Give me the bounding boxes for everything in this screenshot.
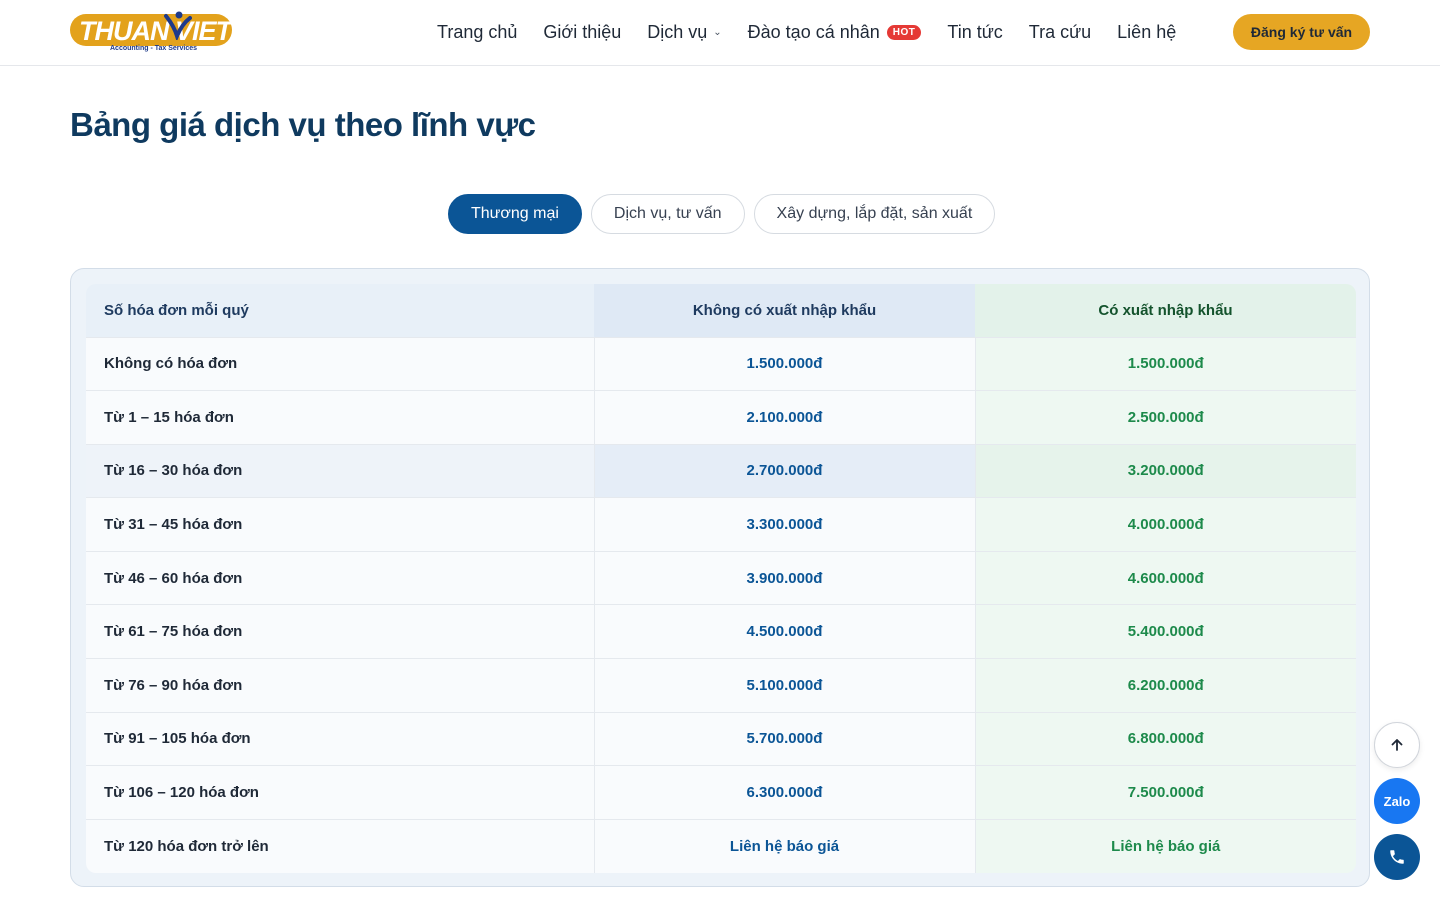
table-header-row: Số hóa đơn mỗi quý Không có xuất nhập kh… — [86, 284, 1356, 337]
price-with-import-export: 3.200.000đ — [974, 443, 1356, 498]
row-label: Từ 120 hóa đơn trở lên — [86, 818, 594, 873]
nav-item-label: Tin tức — [947, 21, 1003, 42]
price-no-import-export: 5.100.000đ — [593, 658, 975, 713]
tab-construction-manufacturing[interactable]: Xây dựng, lắp đặt, sản xuất — [753, 194, 996, 234]
table-row-highlighted: Từ 16 – 30 hóa đơn 2.700.000đ 3.200.000đ — [86, 443, 1356, 498]
nav-item-label: Dịch vụ — [647, 21, 708, 42]
price-with-import-export: 7.500.000đ — [974, 765, 1356, 820]
hot-badge: HOT — [886, 24, 922, 40]
row-label: Từ 31 – 45 hóa đơn — [86, 497, 594, 552]
price-with-import-export: 5.400.000đ — [974, 604, 1356, 659]
logo-text: THUAN VIET — [79, 16, 232, 46]
nav-item-label: Đào tạo cá nhân — [747, 21, 880, 42]
table-row: Từ 76 – 90 hóa đơn 5.100.000đ 6.200.000đ — [86, 658, 1356, 713]
price-no-import-export: 4.500.000đ — [593, 604, 975, 659]
contact-for-quote-link[interactable]: Liên hệ báo giá — [974, 818, 1356, 873]
tab-services-consulting[interactable]: Dịch vụ, tư vấn — [590, 194, 745, 234]
price-no-import-export: 2.700.000đ — [593, 443, 975, 498]
table-row: Từ 61 – 75 hóa đơn 4.500.000đ 5.400.000đ — [86, 604, 1356, 659]
table-row: Từ 31 – 45 hóa đơn 3.300.000đ 4.000.000đ — [86, 497, 1356, 552]
main-nav: Trang chủ Giới thiệu Dịch vụ ⌄ Đào tạo cá… — [437, 20, 1202, 44]
nav-item-label: Tra cứu — [1028, 21, 1092, 42]
price-table: Số hóa đơn mỗi quý Không có xuất nhập kh… — [86, 284, 1356, 873]
site-header: THUAN VIET Accounting - Tax Services Tra… — [0, 0, 1440, 66]
header-invoice-count: Số hóa đơn mỗi quý — [86, 284, 594, 337]
price-table-card: Số hóa đơn mỗi quý Không có xuất nhập kh… — [70, 268, 1370, 887]
nav-item-label: Liên hệ — [1117, 21, 1177, 42]
row-label: Không có hóa đơn — [86, 336, 594, 391]
nav-item-label: Trang chủ — [437, 21, 518, 42]
table-row: Từ 91 – 105 hóa đơn 5.700.000đ 6.800.000… — [86, 711, 1356, 766]
chevron-down-icon: ⌄ — [713, 26, 722, 38]
nav-item-contact[interactable]: Liên hệ — [1117, 22, 1176, 43]
price-no-import-export: 3.300.000đ — [593, 497, 975, 552]
row-label: Từ 76 – 90 hóa đơn — [86, 658, 594, 713]
nav-item-lookup[interactable]: Tra cứu — [1029, 22, 1091, 43]
page-title: Bảng giá dịch vụ theo lĩnh vực — [70, 106, 536, 143]
phone-icon — [1390, 850, 1404, 864]
zalo-label: Zalo — [1383, 793, 1411, 809]
price-with-import-export: 6.200.000đ — [974, 658, 1356, 713]
row-label: Từ 61 – 75 hóa đơn — [86, 604, 594, 659]
zalo-chat-button[interactable]: Zalo — [1374, 778, 1420, 824]
arrow-up-icon — [1391, 739, 1403, 751]
nav-item-about[interactable]: Giới thiệu — [543, 22, 621, 43]
price-no-import-export: 2.100.000đ — [593, 390, 975, 445]
logo-tagline: Accounting - Tax Services — [110, 45, 198, 52]
nav-item-services[interactable]: Dịch vụ ⌄ — [647, 22, 721, 43]
nav-item-news[interactable]: Tin tức — [947, 22, 1002, 43]
price-no-import-export: 5.700.000đ — [593, 711, 975, 766]
price-no-import-export: 6.300.000đ — [593, 765, 975, 820]
table-row: Từ 46 – 60 hóa đơn 3.900.000đ 4.600.000đ — [86, 550, 1356, 605]
header-with-import-export: Có xuất nhập khẩu — [975, 284, 1356, 337]
header-no-import-export: Không có xuất nhập khẩu — [594, 284, 975, 337]
table-row: Từ 120 hóa đơn trở lên Liên hệ báo giá L… — [86, 818, 1356, 873]
register-consultation-button[interactable]: Đăng ký tư vấn — [1233, 14, 1370, 50]
table-row: Từ 106 – 120 hóa đơn 6.300.000đ 7.500.00… — [86, 765, 1356, 820]
row-label: Từ 91 – 105 hóa đơn — [86, 711, 594, 766]
scroll-to-top-button[interactable] — [1374, 722, 1420, 768]
price-with-import-export: 2.500.000đ — [974, 390, 1356, 445]
nav-item-training[interactable]: Đào tạo cá nhân HOT — [748, 22, 922, 43]
row-label: Từ 1 – 15 hóa đơn — [86, 390, 594, 445]
price-with-import-export: 4.000.000đ — [974, 497, 1356, 552]
tab-trade[interactable]: Thương mại — [448, 194, 582, 234]
logo[interactable]: THUAN VIET Accounting - Tax Services — [70, 10, 235, 56]
call-button[interactable] — [1374, 834, 1420, 880]
logo-figure-icon — [164, 11, 192, 40]
row-label: Từ 46 – 60 hóa đơn — [86, 550, 594, 605]
nav-item-label: Giới thiệu — [543, 21, 622, 42]
table-row: Từ 1 – 15 hóa đơn 2.100.000đ 2.500.000đ — [86, 390, 1356, 445]
row-label: Từ 106 – 120 hóa đơn — [86, 765, 594, 820]
price-no-import-export: 3.900.000đ — [593, 550, 975, 605]
price-with-import-export: 6.800.000đ — [974, 711, 1356, 766]
price-with-import-export: 1.500.000đ — [974, 336, 1356, 391]
table-row: Không có hóa đơn 1.500.000đ 1.500.000đ — [86, 336, 1356, 391]
nav-item-home[interactable]: Trang chủ — [437, 22, 517, 43]
price-no-import-export: 1.500.000đ — [593, 336, 975, 391]
price-with-import-export: 4.600.000đ — [974, 550, 1356, 605]
row-label: Từ 16 – 30 hóa đơn — [86, 443, 594, 498]
contact-for-quote-link[interactable]: Liên hệ báo giá — [593, 818, 975, 873]
sector-tabs: Thương mại Dịch vụ, tư vấn Xây dựng, lắp… — [448, 194, 1004, 234]
